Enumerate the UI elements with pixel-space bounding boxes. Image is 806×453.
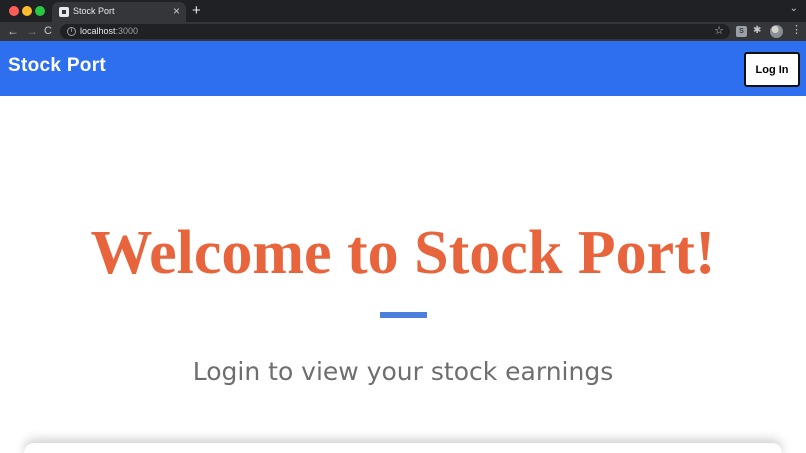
login-button[interactable]: Log In <box>744 52 800 87</box>
close-window-button[interactable] <box>9 6 19 16</box>
login-prompt-text: Login to view your stock earnings <box>192 357 614 386</box>
browser-menu-icon[interactable]: ⋮ <box>791 25 802 36</box>
forward-arrow-icon[interactable]: → <box>26 23 38 40</box>
url-text[interactable]: localhost:3000 <box>80 25 138 38</box>
browser-toolbar: ← → C i localhost:3000 ☆ S ✱ ⋮ <box>0 22 806 41</box>
tab-close-icon[interactable]: × <box>173 4 180 18</box>
reload-icon[interactable]: C <box>44 23 52 40</box>
maximize-window-button[interactable] <box>35 6 45 16</box>
brand-logo-text[interactable]: Stock Port <box>8 55 106 77</box>
welcome-heading: Welcome to Stock Port! <box>90 219 716 287</box>
browser-tab-strip: Stock Port × + ⌄ <box>0 0 806 22</box>
extensions-puzzle-icon[interactable]: ✱ <box>753 25 764 36</box>
back-arrow-icon[interactable]: ← <box>7 23 19 40</box>
extension-s-icon[interactable]: S <box>736 26 747 37</box>
tab-title: Stock Port <box>73 6 115 16</box>
minimize-window-button[interactable] <box>22 6 32 16</box>
content-card-edge <box>24 443 782 453</box>
profile-avatar[interactable] <box>770 25 783 38</box>
new-tab-button[interactable]: + <box>192 1 201 21</box>
tab-search-icon[interactable]: ⌄ <box>790 3 798 14</box>
browser-tab[interactable]: Stock Port × <box>52 2 186 22</box>
site-navbar: Stock Port Log In <box>0 41 806 96</box>
site-info-icon[interactable]: i <box>67 27 76 36</box>
bookmark-star-icon[interactable]: ☆ <box>714 24 724 39</box>
address-bar[interactable]: i localhost:3000 ☆ <box>60 24 730 39</box>
favicon-icon <box>59 7 69 17</box>
heading-divider <box>380 312 427 318</box>
url-host: localhost <box>80 26 116 36</box>
url-port: :3000 <box>115 26 139 36</box>
